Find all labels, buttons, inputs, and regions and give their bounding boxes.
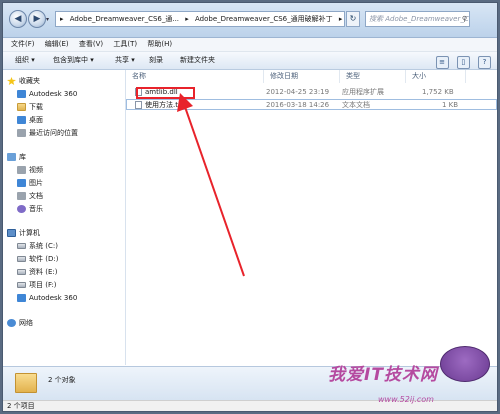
watermark-url: www.52ij.com — [378, 395, 434, 404]
watermark-text: 我爱IT技术网 — [328, 365, 438, 385]
watermark-logo — [440, 346, 490, 382]
red-arrow-annotation — [177, 93, 245, 277]
arrow-shaft — [183, 103, 245, 277]
